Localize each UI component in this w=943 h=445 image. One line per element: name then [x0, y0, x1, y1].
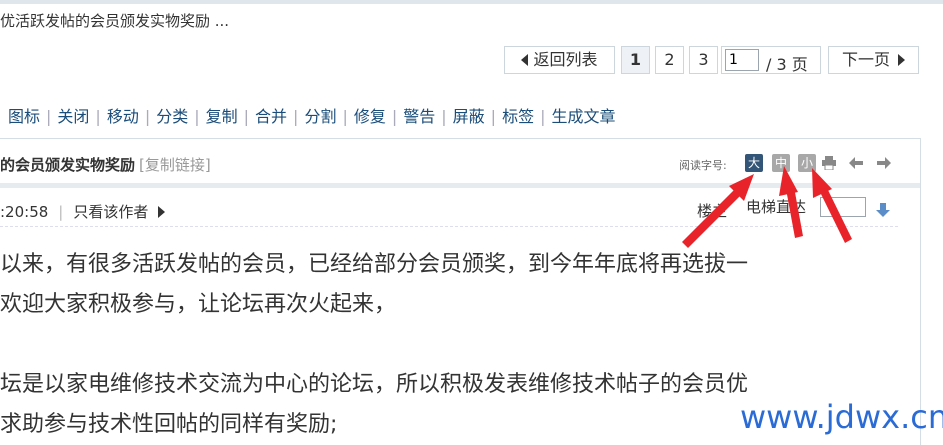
post-title-text: 的会员颁发实物奖励 — [0, 156, 136, 174]
post-line-4: 求助参与技术性回帖的同样有奖励; — [0, 412, 338, 437]
next-page-button[interactable]: 下一页 — [828, 46, 919, 74]
triangle-right-icon — [158, 206, 166, 218]
page-3-button[interactable]: 3 — [689, 46, 718, 74]
page-total-label: / 3 页 — [766, 55, 808, 74]
font-size-label: 阅读字号: — [679, 159, 727, 172]
back-to-list-label: 返回列表 — [533, 50, 598, 69]
action-copy-link[interactable]: 复制 — [206, 107, 238, 126]
print-icon[interactable] — [821, 156, 837, 170]
meta-separator — [0, 226, 898, 227]
action-block-link[interactable]: 屏蔽 — [453, 107, 485, 126]
post-header-divider — [0, 183, 920, 188]
font-size-large-button[interactable]: 大 — [745, 154, 763, 172]
next-post-arrow-icon[interactable] — [877, 157, 891, 169]
action-tag-link[interactable]: 标签 — [502, 107, 534, 126]
admin-action-bar: 图标 | 关闭 | 移动 | 分类 | 复制 | 合并 | 分割 | 修复 | 警告 | 屏蔽 | 标签 | 生成文章 — [8, 107, 616, 126]
go-arrow-down-icon[interactable] — [876, 203, 890, 217]
action-icon-link[interactable]: 图标 — [8, 107, 40, 126]
next-page-label: 下一页 — [841, 50, 890, 69]
font-size-medium-button[interactable]: 中 — [772, 154, 790, 172]
post-line-2: 欢迎大家积极参与，让论坛再次火起来， — [0, 292, 397, 317]
action-move-link[interactable]: 移动 — [107, 107, 139, 126]
post-title: 的会员颁发实物奖励 [复制链接] — [0, 154, 211, 175]
action-warn-link[interactable]: 警告 — [403, 107, 435, 126]
post-time: :20:58 — [0, 203, 49, 221]
only-author-link[interactable]: 只看该作者 — [73, 203, 148, 221]
site-watermark: www.jdwx.cn — [740, 398, 943, 436]
action-category-link[interactable]: 分类 — [156, 107, 188, 126]
floor-label: 楼主 — [697, 202, 728, 220]
action-generate-article-link[interactable]: 生成文章 — [551, 107, 615, 126]
post-line-3: 坛是以家电维修技术交流为中心的论坛，所以积极发表维修技术帖子的会员优 — [0, 372, 749, 397]
action-close-link[interactable]: 关闭 — [57, 107, 89, 126]
chevron-left-icon — [521, 54, 529, 66]
elevator-label: 电梯直达 — [746, 198, 807, 216]
copy-link-button[interactable]: [复制链接] — [139, 156, 211, 174]
action-merge-link[interactable]: 合并 — [255, 107, 287, 126]
page-number-input[interactable] — [725, 49, 759, 71]
thread-notice-link[interactable]: 优活跃发帖的会员颁发实物奖励 ... — [0, 10, 229, 31]
page-1-button[interactable]: 1 — [621, 46, 650, 74]
elevator-floor-input[interactable] — [820, 197, 866, 217]
font-size-small-button[interactable]: 小 — [798, 154, 816, 172]
top-border — [0, 0, 943, 4]
chevron-right-icon — [898, 54, 905, 66]
post-line-1: 以来，有很多活跃发帖的会员，已经给部分会员颁奖，到今年年底将再选拔一 — [0, 252, 749, 277]
action-split-link[interactable]: 分割 — [304, 107, 336, 126]
post-meta: :20:58 | 只看该作者 — [0, 201, 166, 222]
action-repair-link[interactable]: 修复 — [354, 107, 386, 126]
back-to-list-button[interactable]: 返回列表 — [504, 46, 615, 74]
prev-post-arrow-icon[interactable] — [849, 157, 863, 169]
page-2-button[interactable]: 2 — [655, 46, 684, 74]
